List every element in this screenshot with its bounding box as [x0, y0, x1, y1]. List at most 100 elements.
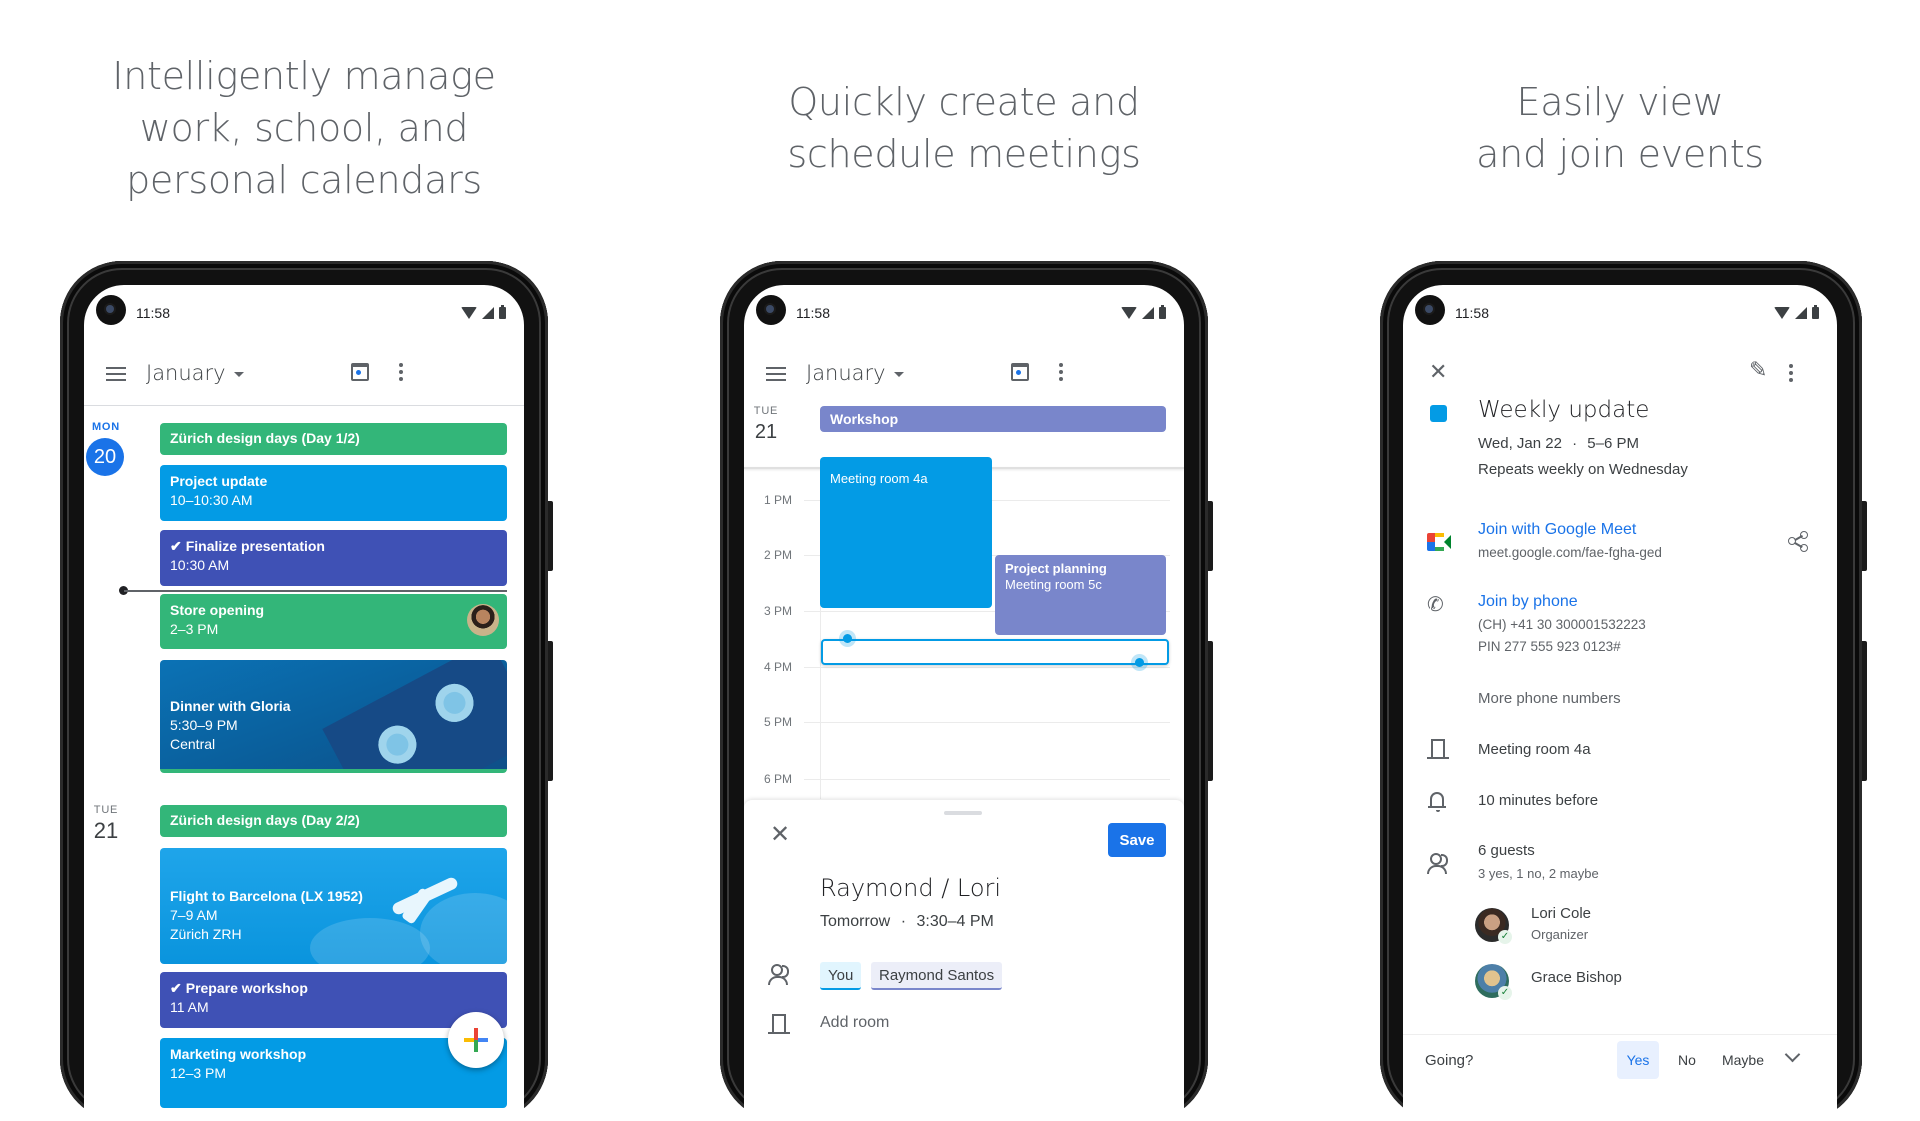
event-location: Central — [170, 736, 216, 752]
day-header-bg — [744, 285, 1184, 467]
volume-button — [1208, 641, 1213, 781]
plus-icon-bottom — [474, 1040, 478, 1052]
event-title: Project planning — [1005, 561, 1107, 576]
event-zurich-day2[interactable]: Zürich design days (Day 2/2) — [160, 805, 507, 837]
hour-label: 2 PM — [763, 548, 792, 562]
event-title[interactable]: Raymond / Lori — [820, 874, 1001, 902]
event-time: 11 AM — [170, 999, 209, 1015]
google-meet-icon — [1427, 533, 1451, 551]
event-flight-to-barcelona[interactable]: Flight to Barcelona (LX 1952) 7–9 AM Zür… — [160, 848, 507, 964]
event-text: Flight to Barcelona (LX 1952) 7–9 AM Zür… — [170, 887, 497, 944]
event-recurrence: Repeats weekly on Wednesday — [1478, 461, 1688, 478]
hour-line — [804, 722, 1170, 723]
day-number: 21 — [93, 818, 119, 843]
status-icons — [461, 305, 506, 319]
event-title: Marketing workshop — [170, 1046, 307, 1062]
new-event-selection[interactable] — [821, 639, 1169, 665]
add-room-field[interactable]: Add room — [820, 1014, 889, 1032]
event-location: Zürich ZRH — [170, 926, 242, 942]
edit-pencil-icon[interactable]: ✎ — [1749, 359, 1767, 381]
guest-chip-raymond[interactable]: Raymond Santos — [871, 962, 1003, 990]
event-when[interactable]: Tomorrow · 3:30–4 PM — [820, 913, 994, 931]
today-circle[interactable]: 20 — [86, 438, 124, 476]
event-time: 12–3 PM — [170, 1065, 227, 1081]
volume-button — [1862, 641, 1867, 781]
power-button — [1862, 501, 1867, 571]
event-day: Tomorrow — [820, 913, 891, 930]
signal-icon — [482, 307, 494, 319]
task-check-icon: ✔ — [170, 980, 182, 996]
task-check-icon: ✔ — [170, 538, 182, 554]
save-button[interactable]: Save — [1108, 823, 1166, 857]
headline-1-line-3: personal calendars — [126, 158, 482, 202]
month-selector[interactable]: January — [146, 361, 244, 385]
event-store-opening[interactable]: Store opening 2–3 PM — [160, 594, 507, 649]
headline-1: Intelligently manage work, school, and p… — [60, 50, 548, 206]
dial-in-pin: PIN 277 555 923 0123# — [1478, 639, 1621, 654]
guests-count[interactable]: 6 guests — [1478, 842, 1535, 859]
phone-schedule: 11:58 January MON 20 Zürich design days … — [60, 261, 553, 1121]
rsvp-maybe-button[interactable]: Maybe — [1715, 1041, 1771, 1079]
meeting-room: Meeting room 4a — [1478, 741, 1591, 758]
headline-3: Easily view and join events — [1380, 76, 1860, 180]
people-icon — [1427, 853, 1451, 875]
accepted-check-icon: ✓ — [1498, 986, 1512, 1000]
event-title: Project update — [170, 473, 268, 489]
hour-label: 5 PM — [763, 715, 792, 729]
today-calendar-icon[interactable] — [351, 363, 369, 381]
close-icon[interactable]: ✕ — [770, 823, 790, 847]
guest-chip-you[interactable]: You — [820, 962, 862, 990]
more-phone-numbers-link[interactable]: More phone numbers — [1478, 690, 1621, 707]
power-button — [548, 501, 553, 571]
battery-icon — [499, 305, 506, 319]
hour-label: 6 PM — [763, 772, 792, 786]
volume-button — [548, 641, 553, 781]
guest-chips: You Raymond Santos — [820, 962, 1160, 992]
event-project-update[interactable]: Project update 10–10:30 AM — [160, 465, 507, 521]
join-by-phone-link[interactable]: Join by phone — [1478, 593, 1578, 611]
hour-label: 1 PM — [763, 493, 792, 507]
event-dinner-with-gloria[interactable]: Dinner with Gloria 5:30–9 PM Central — [160, 660, 507, 773]
signal-icon — [1795, 307, 1807, 319]
menu-icon[interactable] — [106, 367, 126, 381]
rsvp-no-button[interactable]: No — [1667, 1041, 1707, 1079]
join-meet-link[interactable]: Join with Google Meet — [1478, 521, 1636, 539]
event-finalize-presentation[interactable]: ✔ Finalize presentation 10:30 AM — [160, 530, 507, 586]
now-indicator-line — [124, 590, 507, 592]
sheet-drag-handle[interactable] — [944, 811, 982, 815]
drag-handle-top[interactable] — [843, 634, 852, 643]
caret-down-icon — [233, 371, 244, 377]
calendar-color-square — [1430, 405, 1447, 422]
create-fab[interactable] — [448, 1012, 504, 1068]
attendee-avatar — [467, 604, 499, 636]
status-icons — [1774, 305, 1819, 319]
status-time: 11:58 — [1455, 305, 1489, 321]
event-text: Dinner with Gloria 5:30–9 PM Central — [170, 697, 497, 754]
rsvp-yes-button[interactable]: Yes — [1617, 1041, 1659, 1079]
event-title: Finalize presentation — [185, 538, 325, 554]
guest-row[interactable]: ✓ Grace Bishop — [1475, 961, 1775, 1003]
event-title: Weekly update — [1478, 397, 1650, 423]
headline-1-line-1: Intelligently manage — [112, 54, 496, 98]
battery-icon — [1812, 305, 1819, 319]
event-project-planning[interactable]: Project planning Meeting room 5c — [995, 555, 1166, 635]
phone-event-detail: 11:58 ✕ ✎ Weekly update Wed, Jan 22 · 5–… — [1380, 261, 1867, 1121]
more-vert-icon[interactable] — [399, 363, 403, 381]
event-title-row: ✔ Prepare workshop — [170, 979, 497, 998]
headline-2-line-1: Quickly create and — [788, 80, 1140, 124]
chevron-down-icon[interactable] — [1784, 1046, 1801, 1063]
rsvp-prompt: Going? — [1425, 1052, 1474, 1069]
headline-2-line-2: schedule meetings — [787, 132, 1141, 176]
guest-row[interactable]: ✓ Lori Cole Organizer — [1475, 905, 1775, 947]
more-vert-icon[interactable] — [1789, 364, 1793, 382]
camera-icon — [96, 295, 126, 325]
accepted-check-icon: ✓ — [1498, 930, 1512, 944]
share-icon[interactable] — [1788, 531, 1808, 552]
close-icon[interactable]: ✕ — [1429, 361, 1447, 383]
event-time: 3:30–4 PM — [916, 913, 994, 930]
event-meeting-room-4a[interactable]: Meeting room 4a — [820, 457, 992, 608]
hour-line — [804, 667, 1170, 668]
event-zurich-day1[interactable]: Zürich design days (Day 1/2) — [160, 423, 507, 455]
screen: 11:58 January TUE 21 Workshop 1 PM 2 PM … — [744, 285, 1184, 1121]
drag-handle-bottom[interactable] — [1135, 658, 1144, 667]
